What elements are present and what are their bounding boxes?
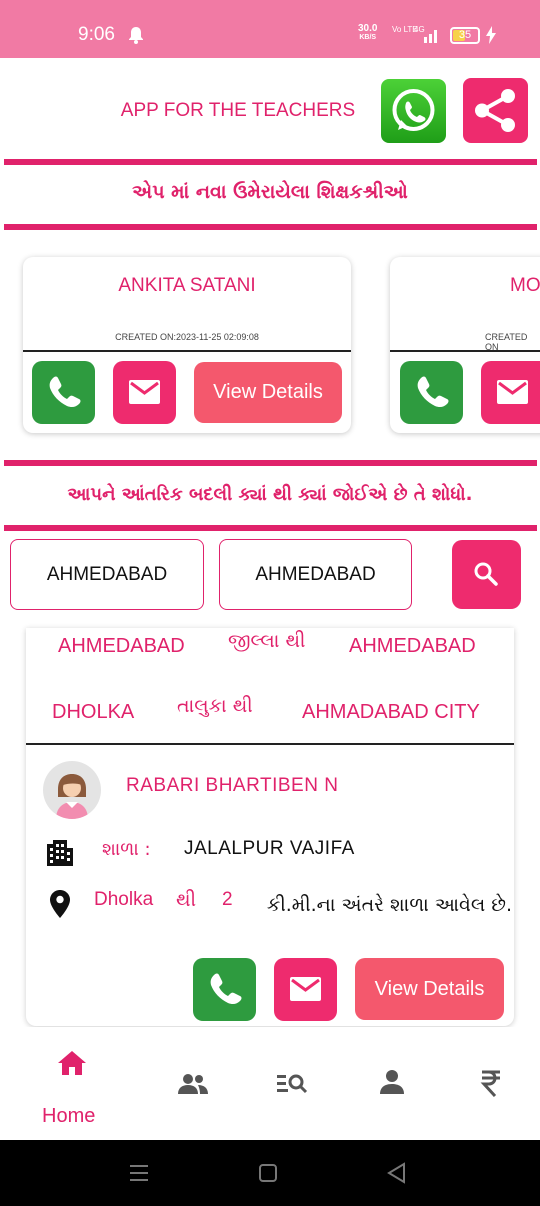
back-icon[interactable] [386,1162,406,1184]
divider [4,159,537,165]
phone-icon [49,376,81,408]
app-title: APP FOR THE TEACHERS [120,100,356,121]
avatar [43,761,101,819]
network-speed: 30.0 KB/S [358,23,378,42]
phone-icon [210,973,242,1005]
view-details-button[interactable]: View Details [355,958,504,1020]
profile-icon[interactable] [379,1069,405,1095]
battery-icon: 35 [450,27,480,44]
email-button[interactable] [481,361,540,424]
whatsapp-icon [392,89,435,131]
school-label: શાળા : [102,839,151,860]
nav-home-label[interactable]: Home [42,1105,95,1128]
home-icon [58,1051,86,1075]
search-heading: આપને આંતરિક બદલી ક્યાં થી ક્યાં જોઈએ છે … [67,484,473,505]
search-list-icon[interactable] [276,1073,308,1095]
people-icon[interactable] [177,1072,209,1096]
mail-icon [497,380,528,404]
from-taluka: DHOLKA [52,701,135,723]
divider [4,224,537,230]
share-icon [475,89,515,132]
phone-icon [417,376,449,408]
status-time: 9:06 [78,24,115,45]
location-pin-icon [50,890,70,918]
svg-text:4G: 4G [414,25,425,34]
divider [4,460,537,466]
from-word: થી [176,889,197,911]
charging-icon [486,26,496,44]
status-bar: 9:06 30.0 KB/S Vo LTE 4G 35 [0,0,540,58]
to-district-select[interactable]: AHMEDABAD [219,539,412,610]
notification-bell-icon [129,27,143,44]
search-icon [474,562,498,586]
teacher-avatar-icon [56,774,88,819]
distance-value: 2 [222,889,233,910]
search-button[interactable] [452,540,521,609]
teacher-card-created: CREATED ON:2023-11-25 02:09:08 [115,332,259,342]
result-divider [26,743,514,745]
to-district: AHMEDABAD [349,635,476,657]
share-button[interactable] [463,78,528,143]
email-button[interactable] [113,361,176,424]
from-district-select[interactable]: AHMEDABAD [10,539,204,610]
signal-icon: 4G [414,25,437,43]
call-button[interactable] [32,361,95,424]
mail-icon [290,977,321,1001]
teacher-card-name: MO [510,275,540,296]
home-system-icon[interactable] [258,1163,278,1183]
school-name: JALALPUR VAJIFA [184,838,355,859]
to-taluka: AHMADABAD CITY [302,701,480,723]
call-button[interactable] [193,958,256,1021]
whatsapp-button[interactable] [381,79,446,143]
school-building-icon [47,840,73,866]
new-teachers-heading: એપ માં નવા ઉમેરાયેલા શિક્ષકશ્રીઓ [132,181,408,203]
taluka-label: તાલુકા થી [177,695,253,717]
call-button[interactable] [400,361,463,424]
view-details-button[interactable]: View Details [194,362,342,423]
app-screen: 9:06 30.0 KB/S Vo LTE 4G 35 APP FOR THE … [0,0,540,1206]
place-name: Dholka [94,889,154,910]
system-navigation-bar [0,1140,540,1206]
card-divider [23,350,351,352]
district-label: જીલ્લા થી [228,630,306,652]
from-district: AHMEDABAD [58,635,185,657]
recent-apps-icon[interactable] [129,1163,149,1183]
teacher-card-created: CREATED ON [485,332,528,352]
divider [4,525,537,531]
mail-icon [129,380,160,404]
distance-suffix: કી.મી.ના અંતરે શાળા આવેલ છે. [266,894,512,916]
rupee-icon[interactable] [480,1069,502,1097]
card-divider [390,350,540,352]
email-button[interactable] [274,958,337,1021]
teacher-name: RABARI BHARTIBEN N [126,775,339,796]
teacher-card-name: ANKITA SATANI [118,275,256,296]
